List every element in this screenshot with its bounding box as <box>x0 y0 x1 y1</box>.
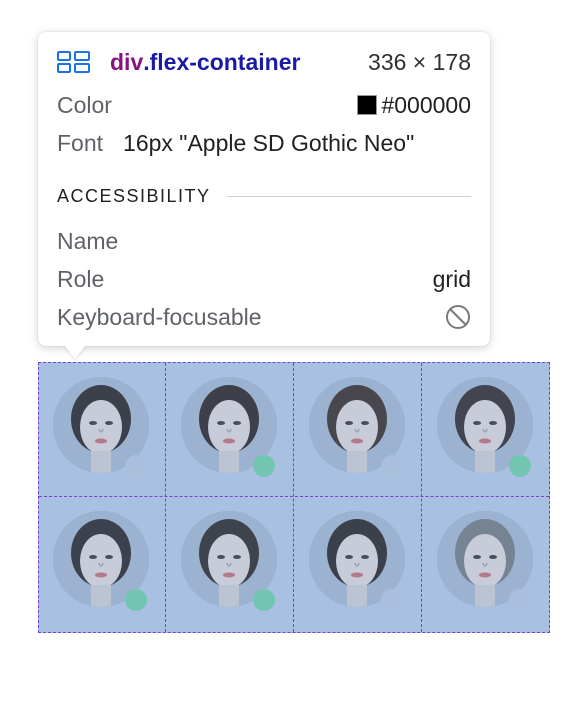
status-indicator-online <box>509 455 531 477</box>
avatar-cell[interactable] <box>423 363 551 498</box>
status-indicator-online <box>253 589 275 611</box>
element-dimensions: 336 × 178 <box>368 48 471 75</box>
accessibility-section-header: ACCESSIBILITY <box>57 185 471 207</box>
name-row: Name <box>57 226 471 256</box>
accessibility-title: ACCESSIBILITY <box>57 185 211 206</box>
section-divider <box>226 195 471 197</box>
status-indicator-offline <box>381 589 403 611</box>
flex-container-grid[interactable] <box>38 362 550 633</box>
status-indicator-offline <box>509 589 531 611</box>
color-label: Color <box>57 91 112 118</box>
color-row: Color #000000 <box>57 90 471 120</box>
avatar-cell[interactable] <box>167 497 295 632</box>
role-row: Role grid <box>57 264 471 294</box>
selector-class: .flex-container <box>143 48 301 75</box>
status-indicator-online <box>125 589 147 611</box>
keyboard-focusable-row: Keyboard-focusable <box>57 302 471 332</box>
keyboard-focusable-label: Keyboard-focusable <box>57 303 262 330</box>
status-indicator-offline <box>125 455 147 477</box>
avatar-cell[interactable] <box>39 363 167 498</box>
tooltip-arrow <box>64 345 86 359</box>
color-value: #000000 <box>381 91 471 118</box>
selector-tag: div <box>110 48 144 75</box>
font-label: Font <box>57 129 104 156</box>
font-value: 16px "Apple SD Gothic Neo" <box>123 129 415 156</box>
status-indicator-offline <box>381 455 403 477</box>
role-label: Role <box>57 265 105 292</box>
avatar-cell[interactable] <box>167 363 295 498</box>
devtools-inspect-tooltip: div .flex-container 336 × 178 Color #0000… <box>38 32 490 346</box>
not-focusable-icon <box>446 305 470 329</box>
avatar-cell[interactable] <box>295 497 423 632</box>
avatar-cell[interactable] <box>295 363 423 498</box>
status-indicator-online <box>253 455 275 477</box>
color-swatch <box>357 95 378 115</box>
name-label: Name <box>57 227 119 254</box>
font-row: Font 16px "Apple SD Gothic Neo" <box>57 128 471 158</box>
grid-layout-icon <box>57 51 90 73</box>
avatar-cell[interactable] <box>39 497 167 632</box>
role-value: grid <box>432 265 471 292</box>
tooltip-header: div .flex-container 336 × 178 <box>57 46 471 78</box>
avatar-cell[interactable] <box>423 497 551 632</box>
